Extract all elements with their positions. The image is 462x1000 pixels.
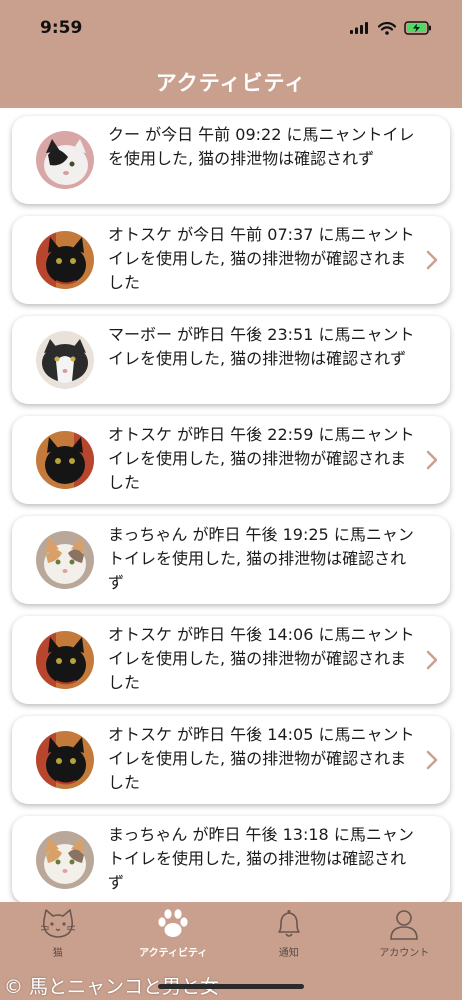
activity-card[interactable]: オトスケ が昨日 午後 22:59 に馬ニャントイレを使用した, 猫の排泄物が確… — [12, 416, 450, 504]
activity-card[interactable]: マーボー が昨日 午後 23:51 に馬ニャントイレを使用した, 猫の排泄物は確… — [12, 316, 450, 404]
person-icon — [390, 910, 419, 940]
status-icons — [350, 21, 432, 35]
cat-face-icon — [40, 909, 75, 938]
activity-text: オトスケ が昨日 午後 14:05 に馬ニャントイレを使用した, 猫の排泄物が確… — [108, 725, 415, 792]
cat-avatar-otosuke — [36, 231, 94, 289]
activity-text: マーボー が昨日 午後 23:51 に馬ニャントイレを使用した, 猫の排泄物は確… — [108, 325, 415, 368]
cat-avatar-kuu — [36, 131, 94, 189]
cat-avatar-otosuke — [36, 431, 94, 489]
tab-label: 通知 — [278, 948, 299, 959]
activity-card[interactable]: オトスケ が昨日 午後 14:05 に馬ニャントイレを使用した, 猫の排泄物が確… — [12, 716, 450, 804]
chevron-right-icon[interactable] — [424, 450, 440, 470]
activity-text: オトスケ が昨日 午後 22:59 に馬ニャントイレを使用した, 猫の排泄物が確… — [108, 425, 415, 492]
cat-avatar-otosuke — [36, 631, 94, 689]
activity-text: まっちゃん が昨日 午後 19:25 に馬ニャントイレを使用した, 猫の排泄物は… — [108, 525, 414, 592]
tab-account[interactable]: アカウント — [347, 902, 462, 1000]
chevron-right-icon[interactable] — [424, 250, 440, 270]
tab-label: 猫 — [52, 948, 63, 959]
chevron-right-icon[interactable] — [424, 650, 440, 670]
cat-avatar-macchan — [36, 531, 94, 589]
status-bar: 9:59 — [0, 0, 462, 56]
chevron-right-icon[interactable] — [424, 750, 440, 770]
status-time: 9:59 — [40, 18, 83, 38]
wifi-icon — [378, 21, 396, 35]
activity-text: クー が今日 午前 09:22 に馬ニャントイレを使用した, 猫の排泄物は確認さ… — [108, 125, 415, 168]
signal-icon — [350, 22, 368, 34]
cat-avatar-otosuke — [36, 731, 94, 789]
cat-avatar-macchan — [36, 831, 94, 889]
tab-label: アクティビティ — [139, 948, 208, 959]
activity-card[interactable]: オトスケ が今日 午前 07:37 に馬ニャントイレを使用した, 猫の排泄物が確… — [12, 216, 450, 304]
activity-text: まっちゃん が昨日 午後 13:18 に馬ニャントイレを使用した, 猫の排泄物は… — [108, 825, 414, 892]
activity-card[interactable]: オトスケ が昨日 午後 14:06 に馬ニャントイレを使用した, 猫の排泄物が確… — [12, 616, 450, 704]
cat-avatar-maabo — [36, 331, 94, 389]
nav-bar: アクティビティ — [0, 56, 462, 108]
activity-list[interactable]: クー が今日 午前 09:22 に馬ニャントイレを使用した, 猫の排泄物は確認さ… — [0, 108, 462, 902]
page-title: アクティビティ — [155, 71, 307, 95]
activity-card[interactable]: まっちゃん が昨日 午後 19:25 に馬ニャントイレを使用した, 猫の排泄物は… — [12, 516, 450, 604]
activity-text: オトスケ が昨日 午後 14:06 に馬ニャントイレを使用した, 猫の排泄物が確… — [108, 625, 415, 692]
activity-text: オトスケ が今日 午前 07:37 に馬ニャントイレを使用した, 猫の排泄物が確… — [108, 225, 415, 292]
bell-icon — [277, 910, 300, 937]
battery-charging-icon — [404, 21, 431, 35]
tab-label: アカウント — [379, 948, 430, 959]
activity-card[interactable]: クー が今日 午前 09:22 に馬ニャントイレを使用した, 猫の排泄物は確認さ… — [12, 116, 450, 204]
activity-card[interactable]: まっちゃん が昨日 午後 13:18 に馬ニャントイレを使用した, 猫の排泄物は… — [12, 816, 450, 902]
paw-icon — [158, 909, 188, 937]
home-indicator[interactable] — [158, 984, 304, 989]
